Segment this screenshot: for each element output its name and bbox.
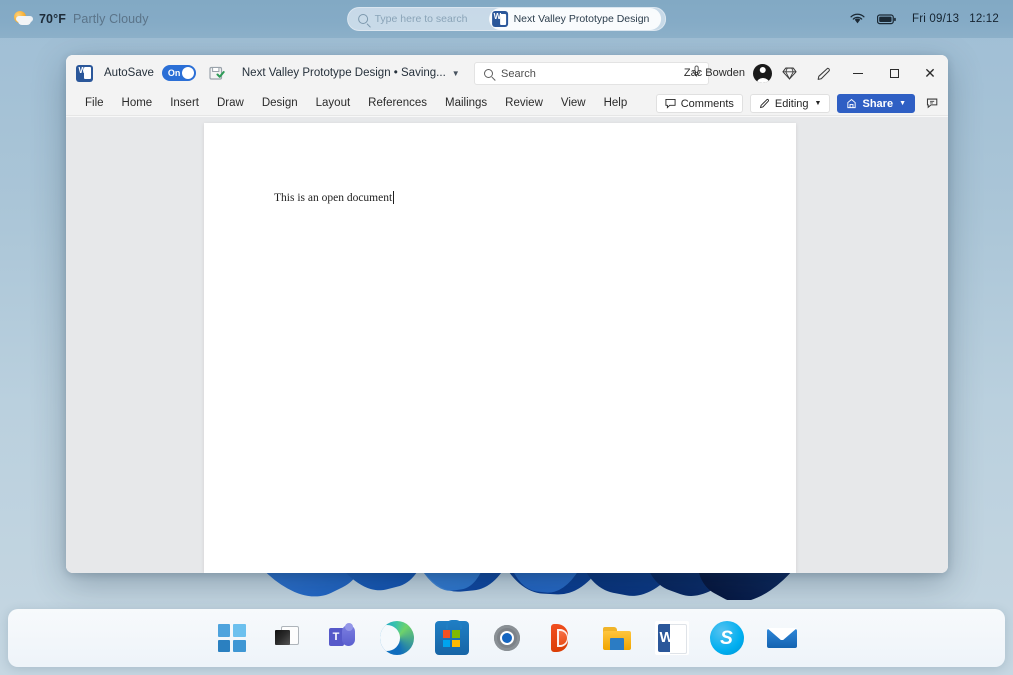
weather-temperature: 70°F — [39, 12, 66, 26]
share-button[interactable]: Share ▼ — [837, 94, 915, 113]
search-icon — [484, 69, 493, 78]
clock[interactable]: Fri 09/13 12:12 — [912, 13, 999, 25]
ribbon-tab-file[interactable]: File — [76, 94, 113, 112]
pencil-icon — [759, 98, 769, 109]
autosave-label: AutoSave — [104, 67, 154, 79]
save-icon[interactable] — [208, 65, 225, 82]
maximize-button[interactable] — [876, 55, 912, 91]
taskbar-search-input[interactable]: Type here to search — [347, 7, 487, 31]
battery-icon[interactable] — [877, 13, 896, 25]
ribbon-tab-home[interactable]: Home — [113, 94, 162, 112]
chevron-down-icon: ▼ — [814, 100, 822, 107]
taskbar-item-settings[interactable] — [490, 621, 524, 655]
pen-icon[interactable] — [806, 55, 840, 91]
ribbon-tab-insert[interactable]: Insert — [161, 94, 208, 112]
comments-label: Comments — [680, 97, 734, 110]
share-label: Share — [862, 97, 894, 110]
chevron-down-icon: ▼ — [899, 100, 906, 107]
ribbon-tab-help[interactable]: Help — [595, 94, 637, 112]
taskbar-item-office[interactable] — [545, 621, 579, 655]
taskbar-search-placeholder: Type here to search — [374, 13, 468, 25]
ribbon-tab-mailings[interactable]: Mailings — [436, 94, 496, 112]
comment-icon — [665, 99, 676, 109]
text-cursor — [393, 191, 395, 204]
weather-condition: Partly Cloudy — [72, 12, 149, 26]
word-window: W AutoSave On Next Valley Prototype Desi… — [66, 55, 948, 573]
wifi-icon[interactable] — [850, 13, 865, 25]
editing-button[interactable]: Editing ▼ — [749, 94, 831, 113]
ribbon-tab-review[interactable]: Review — [496, 94, 552, 112]
ribbon-tab-bar: File Home Insert Draw Design Layout Refe… — [66, 91, 948, 116]
editing-label: Editing — [774, 97, 809, 110]
share-icon — [847, 98, 857, 109]
partly-cloudy-icon — [14, 10, 32, 28]
avatar[interactable] — [753, 63, 772, 83]
search-icon — [357, 14, 368, 24]
taskbar-item-mail[interactable] — [765, 621, 799, 655]
document-canvas[interactable]: This is an open document — [66, 117, 948, 573]
document-title-text: Next Valley Prototype Design • Saving... — [241, 67, 446, 79]
taskbar-item-teams[interactable] — [325, 621, 359, 655]
ribbon-tab-design[interactable]: Design — [253, 94, 307, 112]
word-icon: W — [76, 64, 93, 82]
document-body-text-value: This is an open document — [274, 191, 393, 204]
autosave-state: On — [167, 68, 181, 78]
comments-button[interactable]: Comments — [655, 94, 743, 113]
ribbon-display-options-icon[interactable] — [922, 94, 942, 113]
taskbar-top-bar: 70°F Partly Cloudy Type here to search W… — [0, 0, 1013, 38]
word-title-bar: W AutoSave On Next Valley Prototype Desi… — [66, 55, 948, 91]
minimize-button[interactable] — [840, 55, 876, 91]
ribbon-tab-references[interactable]: References — [359, 94, 436, 112]
diamond-icon[interactable] — [772, 55, 806, 91]
document-page[interactable]: This is an open document — [204, 123, 796, 573]
ribbon-right-cluster: Comments Editing ▼ Share ▼ — [655, 91, 942, 116]
system-tray: Fri 09/13 12:12 — [850, 7, 999, 31]
word-icon: W — [491, 11, 508, 27]
ribbon-tab-view[interactable]: View — [552, 94, 595, 112]
taskbar-item-edge[interactable] — [379, 621, 414, 655]
taskbar-item-store[interactable] — [434, 620, 469, 655]
close-button[interactable]: ✕ — [912, 55, 948, 91]
document-title[interactable]: Next Valley Prototype Design • Saving...… — [242, 67, 460, 79]
chevron-down-icon: ▼ — [451, 68, 460, 78]
taskbar-item-file-explorer[interactable] — [600, 621, 634, 655]
tray-time: 12:12 — [969, 13, 999, 25]
document-body-text[interactable]: This is an open document — [274, 191, 395, 204]
word-search-box[interactable]: Search — [474, 62, 709, 85]
skype-glyph: S — [720, 627, 733, 649]
user-name: Zac Bowden — [683, 67, 745, 79]
toggle-knob — [181, 67, 194, 79]
taskbar-search-cluster: Type here to search W Next Valley Protot… — [346, 7, 667, 31]
taskbar-item-start[interactable] — [215, 621, 249, 655]
taskbar-item-task-view[interactable] — [270, 621, 304, 655]
search-suggestion-chip[interactable]: W Next Valley Prototype Design — [488, 8, 662, 30]
title-bar-right-cluster: Zac Bowden ✕ — [684, 55, 948, 91]
taskbar: W S — [8, 609, 1005, 667]
weather-widget[interactable]: 70°F Partly Cloudy — [14, 7, 149, 31]
taskbar-item-word[interactable]: W — [654, 621, 689, 655]
ribbon-tab-draw[interactable]: Draw — [208, 94, 253, 112]
search-suggestion-label: Next Valley Prototype Design — [513, 13, 650, 25]
tray-date: Fri 09/13 — [912, 13, 960, 25]
taskbar-item-skype[interactable]: S — [709, 621, 744, 655]
word-search-placeholder: Search — [501, 67, 536, 80]
autosave-toggle[interactable]: On — [161, 65, 196, 81]
ribbon-tab-layout[interactable]: Layout — [307, 94, 360, 112]
